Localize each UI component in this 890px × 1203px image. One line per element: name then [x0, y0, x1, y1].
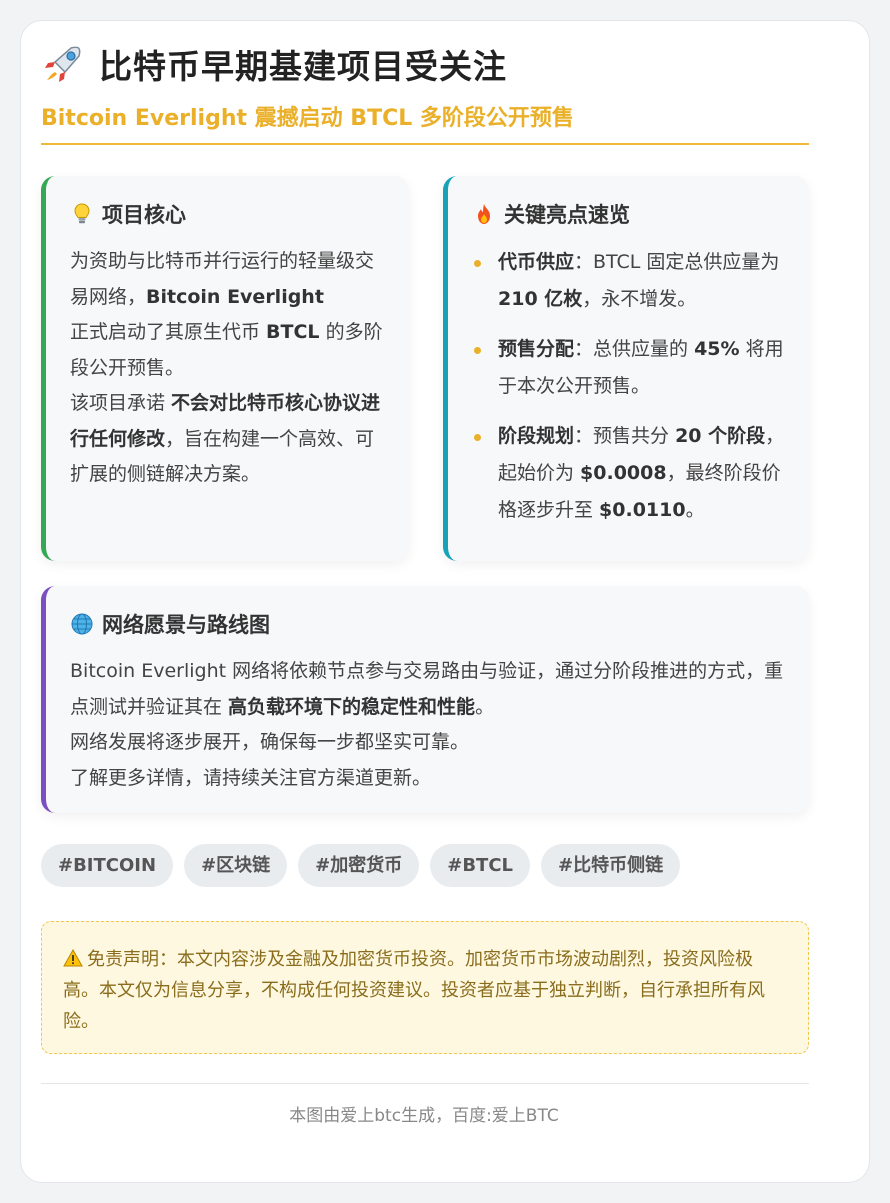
core-panel: 项目核心 为资助与比特币并行运行的轻量级交易网络，Bitcoin Everlig… — [41, 176, 409, 561]
disclaimer-text: 免责声明：本文内容涉及金融及加密货币投资。加密货币市场波动剧烈，投资风险极高。本… — [63, 949, 765, 1032]
globe-icon — [71, 613, 93, 635]
page-subtitle: Bitcoin Everlight 震撼启动 BTCL 多阶段公开预售 — [41, 106, 574, 131]
vision-text-4: 了解更多详情，请持续关注官方渠道更新。 — [70, 766, 432, 789]
vision-panel-header: 网络愿景与路线图 — [70, 608, 785, 640]
tag-bitcoin[interactable]: #BITCOIN — [41, 844, 174, 887]
list-item-text: ：预售共分 — [574, 425, 676, 447]
list-item-value: $0.0110 — [599, 499, 686, 521]
list-item-value: $0.0008 — [580, 462, 667, 484]
lightbulb-icon — [74, 203, 90, 224]
vision-panel-body: Bitcoin Everlight 网络将依赖节点参与交易路由与验证，通过分阶段… — [70, 654, 785, 796]
list-item-value: 210 亿枚 — [498, 288, 583, 310]
highlights-list: 代币供应：BTCL 固定总供应量为 210 亿枚，永不增发。 预售分配：总供应量… — [472, 244, 785, 529]
rocket-icon — [45, 46, 81, 82]
tag-blockchain[interactable]: #区块链 — [184, 844, 288, 887]
tag-sidechain[interactable]: #比特币侧链 — [541, 844, 681, 887]
list-item-text: ：总供应量的 — [574, 338, 695, 360]
vision-text-2: 。 — [475, 695, 495, 718]
list-item-value: 20 个阶段 — [675, 425, 766, 447]
page-title: 比特币早期基建项目受关注 — [99, 47, 507, 86]
list-item-label: 预售分配 — [498, 338, 575, 360]
highlights-panel-header: 关键亮点速览 — [472, 198, 785, 230]
list-item: 代币供应：BTCL 固定总供应量为 210 亿枚，永不增发。 — [472, 244, 785, 318]
list-item: 阶段规划：预售共分 20 个阶段，起始价为 $0.0008，最终阶段价格逐步升至… — [472, 418, 785, 529]
fire-icon — [478, 204, 490, 224]
tag-crypto[interactable]: #加密货币 — [298, 844, 420, 887]
tag-list: #BITCOIN #区块链 #加密货币 #BTCL #比特币侧链 — [41, 844, 681, 887]
list-item-label: 代币供应 — [498, 251, 575, 273]
tag-btcl[interactable]: #BTCL — [430, 844, 531, 887]
vision-panel-title: 网络愿景与路线图 — [102, 613, 270, 637]
vision-panel: 网络愿景与路线图 Bitcoin Everlight 网络将依赖节点参与交易路由… — [41, 586, 809, 813]
disclaimer-box: 免责声明：本文内容涉及金融及加密货币投资。加密货币市场波动剧烈，投资风险极高。本… — [41, 921, 809, 1054]
list-item-text: 。 — [685, 499, 705, 521]
footer-divider — [41, 1083, 809, 1084]
list-item-text: ，永不增发。 — [582, 288, 697, 310]
core-panel-body: 为资助与比特币并行运行的轻量级交易网络，Bitcoin Everlight 正式… — [70, 244, 385, 493]
core-text-4: 该项目承诺 — [70, 392, 172, 414]
core-text-2: 正式启动了其原生代币 — [70, 321, 267, 343]
core-project-name: Bitcoin Everlight — [146, 285, 324, 308]
core-token-name: BTCL — [266, 321, 320, 343]
list-item: 预售分配：总供应量的 45% 将用于本次公开预售。 — [472, 331, 785, 405]
title-row: 比特币早期基建项目受关注 — [41, 38, 809, 90]
vision-text-3: 网络发展将逐步展开，确保每一步都坚实可靠。 — [70, 731, 470, 753]
warning-icon — [63, 949, 83, 967]
core-panel-title: 项目核心 — [102, 203, 186, 227]
list-item-text: ：BTCL 固定总供应量为 — [574, 251, 780, 273]
footer-text: 本图由爱上btc生成，百度:爱上BTC — [289, 1106, 559, 1126]
list-item-label: 阶段规划 — [498, 425, 575, 447]
highlights-panel-title: 关键亮点速览 — [504, 203, 630, 227]
header: 比特币早期基建项目受关注 Bitcoin Everlight 震撼启动 BTCL… — [41, 38, 809, 145]
highlights-panel: 关键亮点速览 代币供应：BTCL 固定总供应量为 210 亿枚，永不增发。 预售… — [443, 176, 809, 561]
list-item-value: 45% — [694, 338, 740, 360]
vision-highlight: 高负载环境下的稳定性和性能 — [228, 695, 476, 718]
core-panel-header: 项目核心 — [70, 198, 385, 230]
